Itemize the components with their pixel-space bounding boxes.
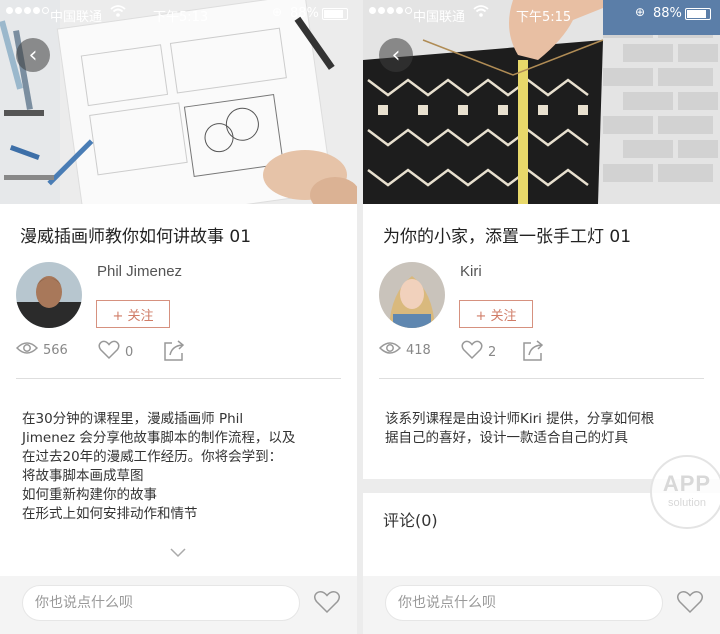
comment-input[interactable]: 你也说点什么呗 [385,585,663,621]
views-stat: 566 [15,340,68,360]
favorite-button[interactable] [676,590,704,618]
course-description: 在30分钟的课程里，漫威插画师 Phil Jimenez 会分享他故事脚本的制作… [22,410,342,524]
stats-row: 418 2 [378,340,679,366]
author-name[interactable]: Kiri [460,263,482,280]
status-time: 下午5:15 [516,10,572,25]
rotation-lock-icon: ⊕ [635,5,646,19]
divider [16,378,341,379]
heart-icon [461,340,483,364]
chevron-down-icon [170,543,186,562]
battery-icon [685,8,711,20]
likes-count: 2 [488,344,497,360]
views-count: 566 [43,342,68,358]
share-button[interactable] [521,340,545,366]
comment-bar: 你也说点什么呗 [0,576,357,634]
back-button[interactable]: ‹ [379,38,413,72]
watermark-line1: APP [662,471,712,496]
signal-icon [6,7,49,14]
battery-fill [687,10,707,18]
likes-count: 0 [125,344,134,360]
battery-percent: 88% [653,6,682,21]
chevron-left-icon: ‹ [28,42,38,68]
course-title: 为你的小家，添置一张手工灯 01 [383,227,632,247]
description-text: 在30分钟的课程里，漫威插画师 Phil Jimenez 会分享他故事脚本的制作… [22,411,296,522]
share-icon [521,340,545,366]
status-bar: 中国联通 下午5:13 ⊕ 88% [0,0,357,28]
avatar[interactable] [379,262,445,328]
status-time: 下午5:13 [153,10,209,25]
author-name[interactable]: Phil Jimenez [97,263,182,280]
course-cover-image [0,0,357,204]
course-title: 漫威插画师教你如何讲故事 01 [20,227,252,247]
carrier-label: 中国联通 [413,10,466,25]
signal-icon [369,7,412,14]
battery-fill [324,10,344,18]
carrier-label: 中国联通 [50,10,103,25]
expand-button[interactable] [170,543,186,562]
app-solution-watermark: APP solution [650,455,720,529]
follow-button[interactable]: + 关注 [96,300,170,328]
views-count: 418 [406,342,431,358]
course-description: 该系列课程是由设计师Kiri 提供，分享如何根 据自己的喜好，设计一款适合自己的… [385,410,705,448]
battery-percent: 88% [290,6,319,21]
comment-input[interactable]: 你也说点什么呗 [22,585,300,621]
status-bar: 中国联通 下午5:15 ⊕ 88% [363,0,720,28]
share-button[interactable] [162,340,186,366]
views-stat: 418 [378,340,431,360]
wifi-icon [110,4,126,22]
rotation-lock-icon: ⊕ [272,5,283,19]
divider [379,378,704,379]
wifi-icon [473,4,489,22]
avatar[interactable] [16,262,82,328]
stats-row: 566 0 [15,340,316,366]
battery-icon [322,8,348,20]
follow-button[interactable]: + 关注 [459,300,533,328]
like-stat[interactable]: 0 [98,340,133,364]
description-text: 该系列课程是由设计师Kiri 提供，分享如何根 据自己的喜好，设计一款适合自己的… [385,411,655,446]
eye-icon [15,340,39,360]
chevron-left-icon: ‹ [391,42,401,68]
comment-bar: 你也说点什么呗 [363,576,720,634]
watermark-line2: solution [668,497,706,509]
back-button[interactable]: ‹ [16,38,50,72]
screen-right: 中国联通 下午5:15 ⊕ 88% ‹ 为你的小家，添置一张手工灯 01 Kir… [363,0,720,634]
eye-icon [378,340,402,360]
heart-icon [313,591,341,618]
like-stat[interactable]: 2 [461,340,496,364]
heart-icon [98,340,120,364]
favorite-button[interactable] [313,590,341,618]
course-cover-image [363,0,720,204]
comments-heading[interactable]: 评论(0) [383,507,438,531]
screen-left: 中国联通 下午5:13 ⊕ 88% ‹ 漫威插画师教你如何讲故事 01 Phil… [0,0,357,634]
share-icon [162,340,186,366]
heart-icon [676,591,704,618]
